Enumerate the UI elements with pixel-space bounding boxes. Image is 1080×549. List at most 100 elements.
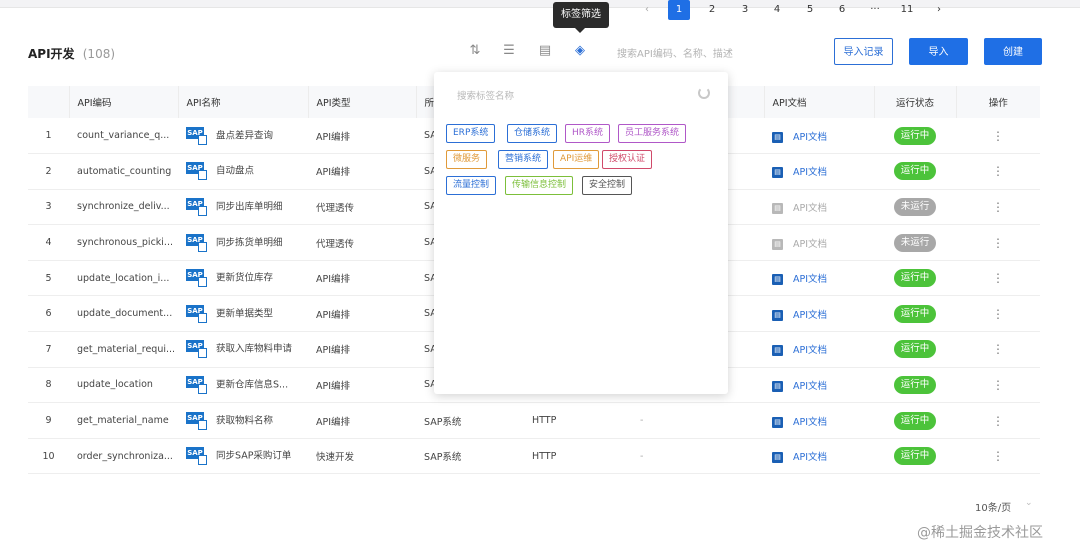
api-doc-link[interactable]: API文档 xyxy=(793,452,827,463)
more-icon[interactable]: ⋮ xyxy=(992,271,1004,285)
tag-option[interactable]: HR系统 xyxy=(565,124,611,143)
actions-cell: ⋮ xyxy=(956,296,1040,332)
row-index: 9 xyxy=(45,415,52,427)
api-doc-cell[interactable]: ▤ API文档 xyxy=(764,403,874,439)
api-name-cell: SAP 盘点差异查询 xyxy=(178,118,308,154)
document-icon[interactable]: ▤ xyxy=(537,43,553,59)
api-name: 获取入库物料申请 xyxy=(216,343,293,355)
api-doc-cell[interactable]: ▤ API文档 xyxy=(764,332,874,368)
page-button[interactable]: 11 xyxy=(896,0,918,20)
row-index: 6 xyxy=(45,308,52,320)
status-badge: 运行中 xyxy=(893,447,937,466)
tag-option[interactable]: 微服务 xyxy=(446,150,488,169)
list-filter-icon[interactable]: ☰ xyxy=(501,43,517,59)
status-cell: 运行中 xyxy=(874,154,956,190)
header-select xyxy=(28,86,70,118)
more-icon[interactable]: ⋮ xyxy=(992,307,1004,321)
page-button[interactable]: 5 xyxy=(799,0,821,20)
doc-icon: ▤ xyxy=(772,452,783,464)
api-doc-link[interactable]: API文档 xyxy=(793,132,827,143)
tag-option[interactable]: 传输信息控制 xyxy=(505,176,574,195)
api-doc-cell[interactable]: ▤ API文档 xyxy=(764,438,874,474)
api-name: 盘点差异查询 xyxy=(216,130,274,142)
api-type: 代理透传 xyxy=(316,238,355,250)
doc-icon: ▤ xyxy=(772,380,783,392)
tag-search-input[interactable]: 搜索标签名称 xyxy=(457,88,514,102)
page-button[interactable]: 6 xyxy=(831,0,853,20)
sap-icon: SAP xyxy=(186,304,208,323)
tag-option[interactable]: 流量控制 xyxy=(446,176,497,195)
import-log-button[interactable]: 导入记录 xyxy=(834,38,893,65)
actions-cell: ⋮ xyxy=(956,189,1040,225)
tag-option[interactable]: 安全控制 xyxy=(582,176,633,195)
status-cell: 运行中 xyxy=(874,296,956,332)
refresh-icon[interactable] xyxy=(698,87,710,99)
sap-icon: SAP xyxy=(186,126,208,145)
more-icon[interactable]: ⋮ xyxy=(992,449,1004,463)
header-type: API类型 xyxy=(308,86,417,118)
page-button[interactable]: 4 xyxy=(766,0,788,20)
api-doc-link[interactable]: API文档 xyxy=(793,310,827,321)
page-button[interactable]: 2 xyxy=(701,0,723,20)
more-icon[interactable]: ⋮ xyxy=(992,236,1004,250)
api-doc-link[interactable]: API文档 xyxy=(793,167,827,178)
page-button[interactable]: ··· xyxy=(864,0,886,20)
next-page-icon[interactable]: › xyxy=(928,0,950,20)
create-button[interactable]: 创建 xyxy=(984,38,1042,65)
doc-icon: ▤ xyxy=(772,274,783,286)
more-icon[interactable]: ⋮ xyxy=(992,200,1004,214)
table-row[interactable]: 10 order_synchroniza... SAP 同步SAP采购订单 快速开发 SA… xyxy=(28,438,1040,474)
more-icon[interactable]: ⋮ xyxy=(992,342,1004,356)
tag-option[interactable]: 授权认证 xyxy=(602,150,653,169)
tag-option[interactable]: ERP系统 xyxy=(446,124,496,143)
sap-icon: SAP xyxy=(186,162,208,181)
table-row[interactable]: 9 get_material_name SAP 获取物料名称 API编排 SAP系统 HTT… xyxy=(28,403,1040,439)
actions-cell: ⋮ xyxy=(956,118,1040,154)
api-doc-cell[interactable]: ▤ API文档 xyxy=(764,154,874,190)
row-index: 4 xyxy=(45,237,52,249)
api-code: order_synchroniza... xyxy=(77,450,173,462)
tag-option[interactable]: 营销系统 xyxy=(498,150,549,169)
page-button[interactable]: 3 xyxy=(734,0,756,20)
api-doc-link[interactable]: API文档 xyxy=(793,381,827,392)
api-doc-link[interactable]: API文档 xyxy=(793,203,827,214)
page-size-select[interactable]: 10条/页 xyxy=(975,499,1011,514)
header-status: 运行状态 xyxy=(874,86,957,118)
api-desc: - xyxy=(640,450,644,462)
sap-icon: SAP xyxy=(186,233,208,252)
tag-filter-icon[interactable]: ◈ xyxy=(572,43,588,59)
prev-page-icon[interactable]: ‹ xyxy=(636,0,658,20)
api-doc-cell[interactable]: ▤ API文档 xyxy=(764,225,874,261)
status-badge: 运行中 xyxy=(893,411,937,430)
search-input[interactable]: 搜索API编码、名称、描述 xyxy=(617,45,733,60)
api-doc-cell[interactable]: ▤ API文档 xyxy=(764,189,874,225)
status-badge: 运行中 xyxy=(893,375,937,394)
row-index: 3 xyxy=(45,201,52,213)
import-button[interactable]: 导入 xyxy=(909,38,968,65)
tag-option[interactable]: API运维 xyxy=(553,150,600,169)
chevron-down-icon[interactable]: ⌄ xyxy=(1025,498,1033,508)
api-doc-cell[interactable]: ▤ API文档 xyxy=(764,118,874,154)
tag-option[interactable]: 仓储系统 xyxy=(507,124,558,143)
tag-option[interactable]: 员工服务系统 xyxy=(618,124,687,143)
api-doc-cell[interactable]: ▤ API文档 xyxy=(764,296,874,332)
api-doc-link[interactable]: API文档 xyxy=(793,274,827,285)
api-doc-cell[interactable]: ▤ API文档 xyxy=(764,367,874,403)
tag-filter-panel: 搜索标签名称 ERP系统 仓储系统 HR系统 员工服务系统微服务 营销系统 API运维 授权… xyxy=(434,72,728,394)
api-type: API编排 xyxy=(316,345,351,357)
api-name: 同步拣货单明细 xyxy=(216,237,283,249)
page-button[interactable]: 1 xyxy=(668,0,690,20)
row-index: 7 xyxy=(45,343,52,355)
actions-cell: ⋮ xyxy=(956,260,1040,296)
more-icon[interactable]: ⋮ xyxy=(992,129,1004,143)
api-doc-link[interactable]: API文档 xyxy=(793,239,827,250)
api-doc-link[interactable]: API文档 xyxy=(793,345,827,356)
api-name-cell: SAP 同步SAP采购订单 xyxy=(178,438,308,474)
more-icon[interactable]: ⋮ xyxy=(992,164,1004,178)
actions-cell: ⋮ xyxy=(956,367,1040,403)
more-icon[interactable]: ⋮ xyxy=(992,378,1004,392)
api-doc-cell[interactable]: ▤ API文档 xyxy=(764,260,874,296)
sort-icon[interactable]: ⇅ xyxy=(467,43,483,59)
more-icon[interactable]: ⋮ xyxy=(992,414,1004,428)
api-doc-link[interactable]: API文档 xyxy=(793,417,827,428)
